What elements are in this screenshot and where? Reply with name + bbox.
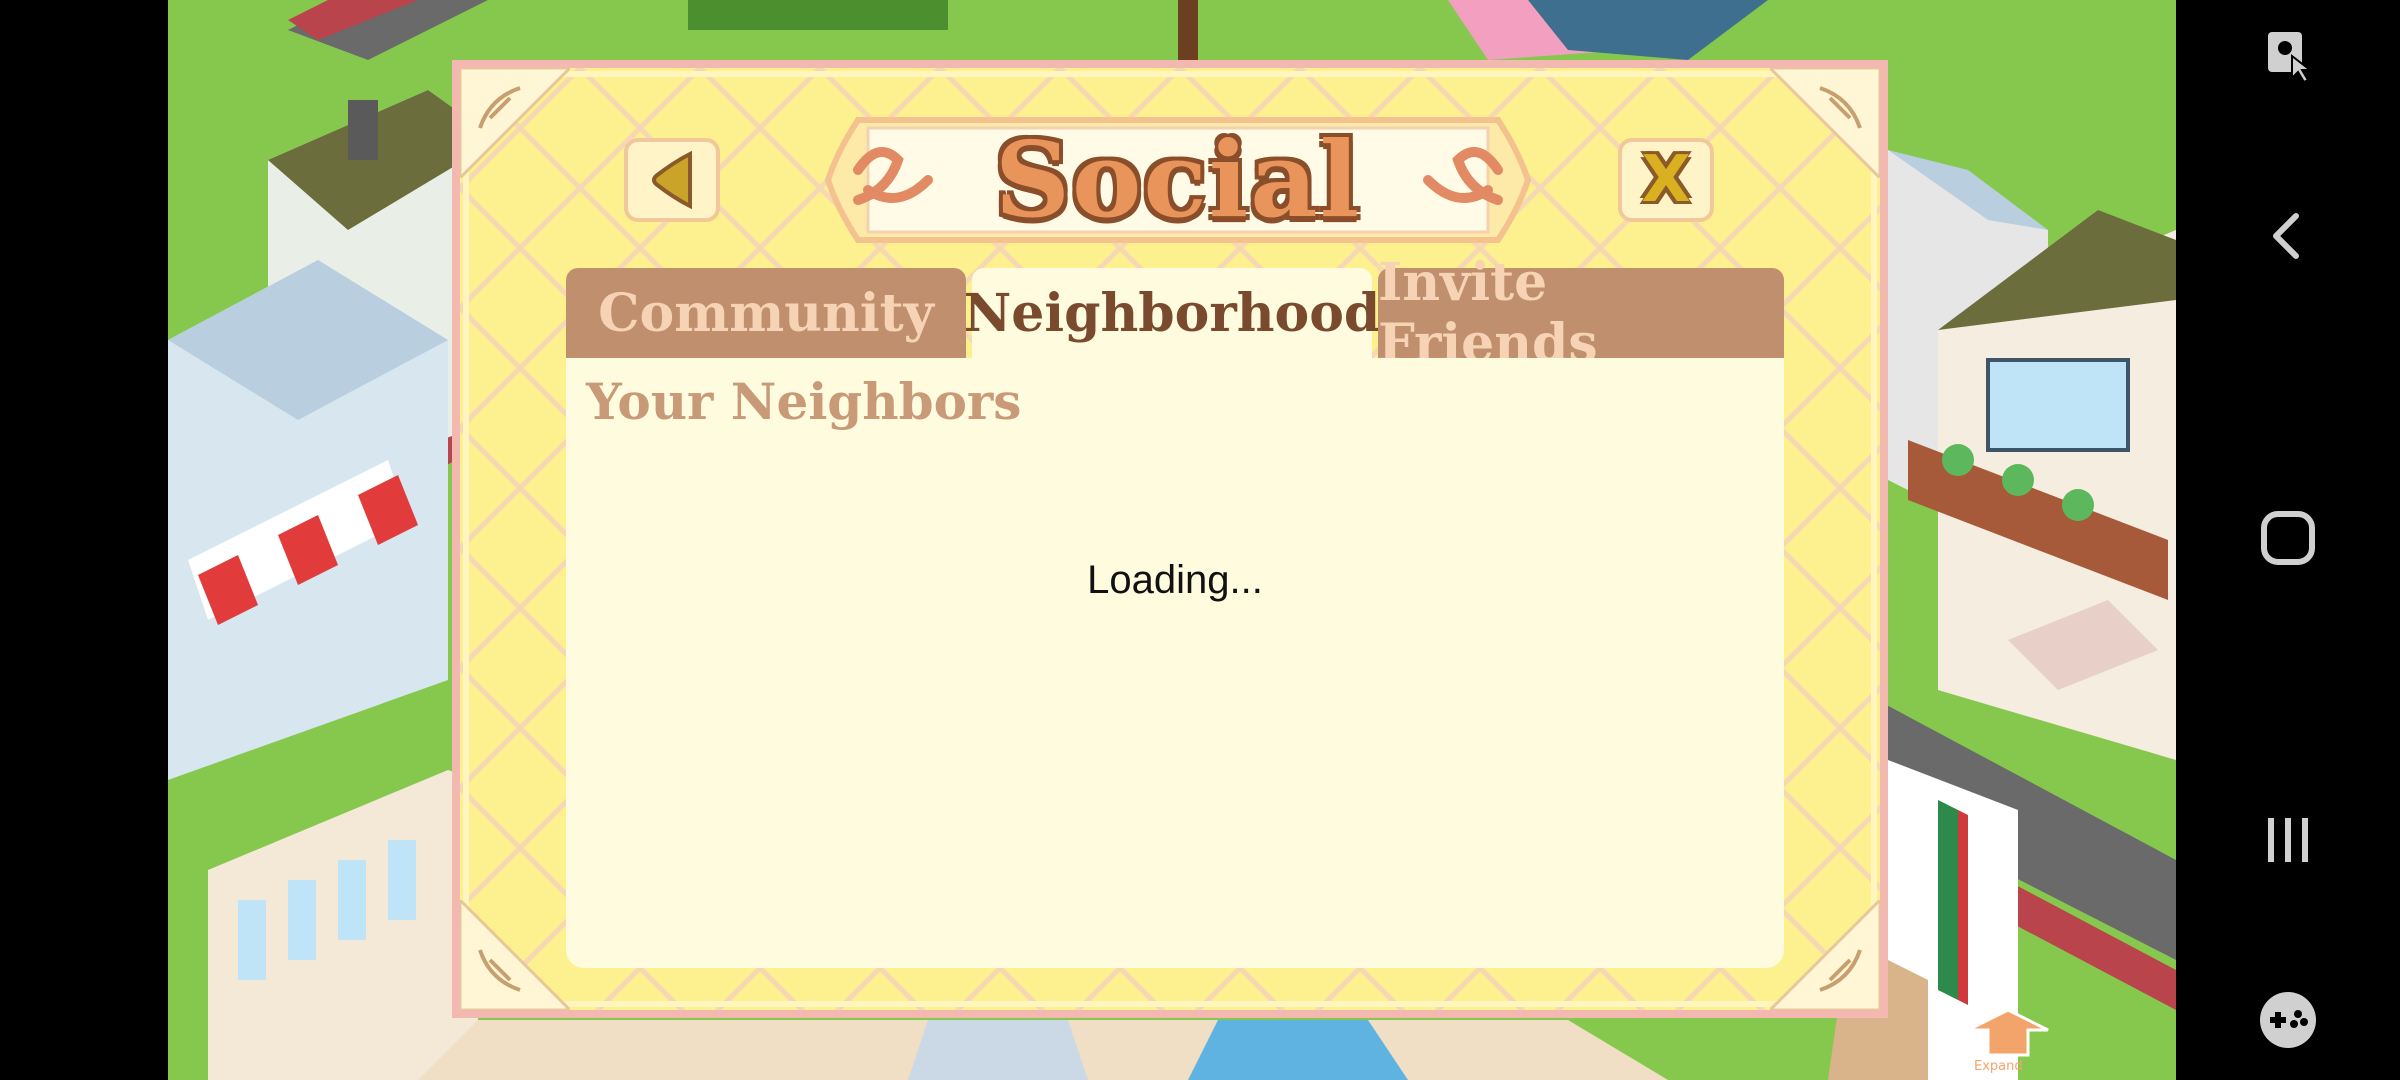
corner-ornament-icon: [460, 900, 570, 1010]
tab-invite-friends-label: Invite Friends: [1378, 252, 1598, 374]
tab-neighborhood[interactable]: Neighborhood: [964, 268, 1380, 358]
gamepad-icon: [2260, 992, 2316, 1048]
home-icon: [2261, 511, 2315, 565]
section-title: Your Neighbors: [586, 372, 1022, 431]
tab-content: Your Neighbors Loading...: [566, 358, 1784, 968]
expand-label[interactable]: Expand: [1974, 1059, 2023, 1074]
game-tools-button[interactable]: [2176, 6, 2400, 106]
dialog-title: Social: [994, 118, 1362, 241]
tab-community[interactable]: Community: [566, 268, 966, 358]
system-nav-bar: [2176, 0, 2400, 1080]
recents-icon: [2268, 818, 2308, 862]
nav-recents-button[interactable]: [2176, 790, 2400, 890]
game-tools-icon: [2268, 32, 2313, 84]
title-plaque: Social: [818, 110, 1538, 250]
tab-neighborhood-label: Neighborhood: [963, 282, 1381, 344]
gamepad-button[interactable]: [2176, 970, 2400, 1070]
social-panel: Community Neighborhood Invite Friends Yo…: [566, 252, 1784, 968]
back-button[interactable]: [624, 138, 720, 222]
tab-community-label: Community: [598, 282, 934, 344]
triangle-left-icon: [652, 150, 692, 210]
social-dialog: Social X Community Neighborhood Invite F…: [452, 60, 1888, 1018]
corner-ornament-icon: [1770, 900, 1880, 1010]
tab-invite-friends[interactable]: Invite Friends: [1378, 252, 1784, 374]
corner-ornament-icon: [1770, 68, 1880, 178]
loading-status: Loading...: [1087, 558, 1263, 602]
corner-ornament-icon: [460, 68, 570, 178]
close-icon: X: [1641, 143, 1691, 217]
nav-home-button[interactable]: [2176, 488, 2400, 588]
close-button[interactable]: X: [1618, 138, 1714, 222]
back-icon: [2273, 213, 2299, 259]
nav-back-button[interactable]: [2176, 186, 2400, 286]
